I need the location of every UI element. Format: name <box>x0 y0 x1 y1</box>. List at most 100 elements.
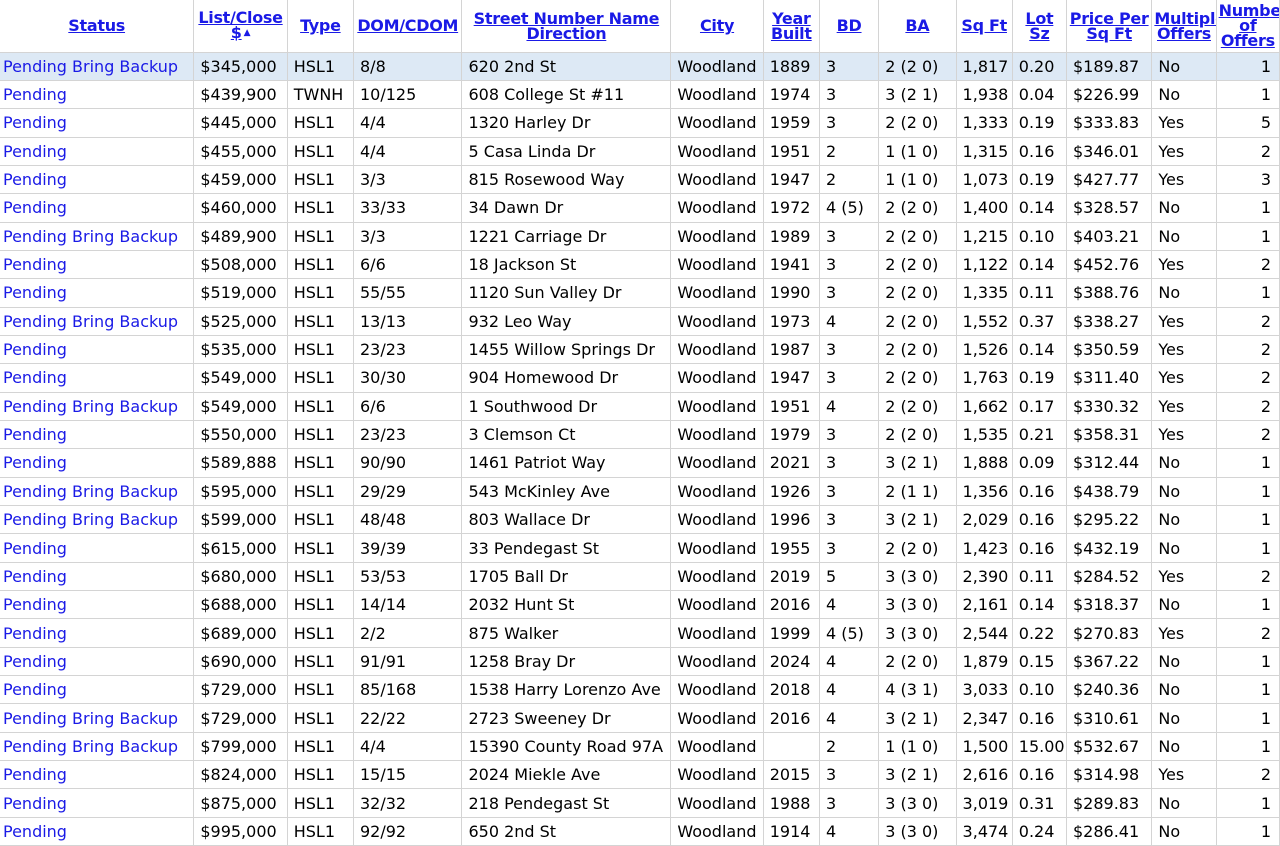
column-header-city[interactable]: City <box>670 0 764 53</box>
cell-status[interactable]: Pending Bring Backup <box>0 392 195 421</box>
column-header-bd[interactable]: BD <box>819 0 880 53</box>
table-row[interactable]: Pending $995,000 HSL1 92/92 650 2nd St Woodla… <box>0 817 1280 846</box>
column-header-label[interactable]: BD <box>837 16 862 35</box>
cell-sqft: 1,535 <box>956 420 1013 450</box>
cell-price: $799,000 <box>193 732 288 762</box>
column-header-label[interactable]: Multiple Offers <box>1154 9 1215 43</box>
table-row[interactable]: Pending $729,000 HSL1 85/168 1538 Harry Lore… <box>0 675 1280 705</box>
column-header-ppsf[interactable]: Price Per Sq Ft <box>1066 0 1153 53</box>
column-header-offers[interactable]: Number of Offers <box>1216 0 1280 53</box>
cell-status[interactable]: Pending Bring Backup <box>0 52 195 81</box>
cell-price: $688,000 <box>193 590 288 620</box>
cell-status[interactable]: Pending Bring Backup <box>0 732 195 762</box>
column-header-label[interactable]: List/Close $ <box>198 8 283 42</box>
cell-city: Woodland <box>670 137 764 166</box>
table-row[interactable]: Pending $824,000 HSL1 15/15 2024 Miekle Ave W… <box>0 760 1280 790</box>
column-header-label[interactable]: BA <box>905 16 929 35</box>
cell-status[interactable]: Pending Bring Backup <box>0 477 195 507</box>
table-row[interactable]: Pending Bring Backup $595,000 HSL1 29/29 543… <box>0 477 1280 507</box>
column-header-sqft[interactable]: Sq Ft <box>956 0 1013 53</box>
table-row[interactable]: Pending $459,000 HSL1 3/3 815 Rosewood Way Wo… <box>0 165 1280 195</box>
table-row[interactable]: Pending $589,888 HSL1 90/90 1461 Patriot Way… <box>0 448 1280 478</box>
table-row[interactable]: Pending $519,000 HSL1 55/55 1120 Sun Valley … <box>0 278 1280 308</box>
cell-status[interactable]: Pending <box>0 363 195 393</box>
cell-type: HSL1 <box>287 392 355 421</box>
table-row[interactable]: Pending $690,000 HSL1 91/91 1258 Bray Dr Wood… <box>0 647 1280 677</box>
table-row[interactable]: Pending Bring Backup $345,000 HSL1 8/8 620 2… <box>0 52 1280 81</box>
cell-status[interactable]: Pending <box>0 278 195 308</box>
column-header-street[interactable]: Street Number Name Direction <box>461 0 672 53</box>
cell-ba: 2 (2 0) <box>878 533 957 563</box>
table-row[interactable]: Pending $445,000 HSL1 4/4 1320 Harley Dr Wood… <box>0 108 1280 138</box>
column-header-label[interactable]: Type <box>300 16 341 35</box>
column-header-label[interactable]: City <box>700 16 734 35</box>
table-row[interactable]: Pending $549,000 HSL1 30/30 904 Homewood Dr W… <box>0 363 1280 393</box>
cell-status[interactable]: Pending <box>0 618 195 648</box>
cell-status[interactable]: Pending <box>0 335 195 365</box>
column-header-label[interactable]: DOM/CDOM <box>357 16 458 35</box>
table-row[interactable]: Pending $875,000 HSL1 32/32 218 Pendegast St… <box>0 788 1280 818</box>
table-row[interactable]: Pending $460,000 HSL1 33/33 34 Dawn Dr Woodla… <box>0 193 1280 223</box>
table-row[interactable]: Pending $680,000 HSL1 53/53 1705 Ball Dr Wood… <box>0 562 1280 592</box>
cell-status[interactable]: Pending <box>0 562 195 592</box>
cell-status[interactable]: Pending <box>0 788 195 818</box>
cell-dom: 6/6 <box>353 392 463 421</box>
cell-status[interactable]: Pending <box>0 193 195 223</box>
column-header-label[interactable]: Status <box>68 16 125 35</box>
cell-offers: 1 <box>1216 590 1280 620</box>
cell-status[interactable]: Pending <box>0 448 195 478</box>
cell-status[interactable]: Pending Bring Backup <box>0 703 195 733</box>
column-header-label[interactable]: Year Built <box>771 9 812 43</box>
cell-city: Woodland <box>670 760 764 790</box>
column-header-year[interactable]: Year Built <box>763 0 820 53</box>
cell-status[interactable]: Pending <box>0 165 195 195</box>
column-header-status[interactable]: Status <box>0 0 195 53</box>
table-row[interactable]: Pending $455,000 HSL1 4/4 5 Casa Linda Dr Woo… <box>0 137 1280 166</box>
cell-status[interactable]: Pending <box>0 647 195 677</box>
cell-status[interactable]: Pending <box>0 137 195 166</box>
cell-lot: 0.09 <box>1012 448 1068 478</box>
cell-status[interactable]: Pending <box>0 420 195 450</box>
cell-status[interactable]: Pending <box>0 80 195 110</box>
column-header-label[interactable]: Street Number Name Direction <box>474 9 660 43</box>
column-header-label[interactable]: Price Per Sq Ft <box>1070 9 1149 43</box>
cell-lot: 0.14 <box>1012 590 1068 620</box>
column-header-price[interactable]: List/Close $ ▲ <box>193 0 288 53</box>
cell-status[interactable]: Pending <box>0 533 195 563</box>
sort-ascending-icon[interactable]: ▲ <box>244 26 251 41</box>
cell-status[interactable]: Pending Bring Backup <box>0 307 195 336</box>
cell-status[interactable]: Pending <box>0 760 195 790</box>
column-header-dom[interactable]: DOM/CDOM <box>353 0 463 53</box>
column-header-type[interactable]: Type <box>287 0 355 53</box>
table-row[interactable]: Pending $508,000 HSL1 6/6 18 Jackson St Woodl… <box>0 250 1280 280</box>
table-row[interactable]: Pending $689,000 HSL1 2/2 875 Walker Woodland… <box>0 618 1280 648</box>
table-row[interactable]: Pending $688,000 HSL1 14/14 2032 Hunt St Wood… <box>0 590 1280 620</box>
column-header-multi[interactable]: Multiple Offers <box>1151 0 1217 53</box>
cell-multi: Yes <box>1151 137 1217 166</box>
table-row[interactable]: Pending $439,900 TWNH 10/125 608 College St … <box>0 80 1280 110</box>
table-row[interactable]: Pending Bring Backup $599,000 HSL1 48/48 803… <box>0 505 1280 535</box>
table-row[interactable]: Pending $550,000 HSL1 23/23 3 Clemson Ct Wood… <box>0 420 1280 450</box>
cell-status[interactable]: Pending <box>0 250 195 280</box>
cell-offers: 1 <box>1216 533 1280 563</box>
column-header-label[interactable]: Sq Ft <box>961 16 1007 35</box>
column-header-label[interactable]: Lot Sz <box>1025 9 1053 43</box>
cell-status[interactable]: Pending <box>0 675 195 705</box>
cell-status[interactable]: Pending Bring Backup <box>0 222 195 251</box>
cell-status[interactable]: Pending <box>0 590 195 620</box>
table-row[interactable]: Pending Bring Backup $549,000 HSL1 6/6 1 Sou… <box>0 392 1280 421</box>
table-row[interactable]: Pending $535,000 HSL1 23/23 1455 Willow Spri… <box>0 335 1280 365</box>
table-row[interactable]: Pending Bring Backup $799,000 HSL1 4/4 15390… <box>0 732 1280 762</box>
table-row[interactable]: Pending Bring Backup $489,900 HSL1 3/3 1221 … <box>0 222 1280 251</box>
table-row[interactable]: Pending Bring Backup $525,000 HSL1 13/13 932… <box>0 307 1280 336</box>
cell-status[interactable]: Pending Bring Backup <box>0 505 195 535</box>
cell-offers: 1 <box>1216 278 1280 308</box>
cell-price: $729,000 <box>193 703 288 733</box>
table-row[interactable]: Pending $615,000 HSL1 39/39 33 Pendegast St W… <box>0 533 1280 563</box>
column-header-ba[interactable]: BA <box>878 0 957 53</box>
column-header-label[interactable]: Number of Offers <box>1219 1 1279 50</box>
table-row[interactable]: Pending Bring Backup $729,000 HSL1 22/22 272… <box>0 703 1280 733</box>
column-header-lot[interactable]: Lot Sz <box>1012 0 1068 53</box>
cell-status[interactable]: Pending <box>0 817 195 846</box>
cell-status[interactable]: Pending <box>0 108 195 138</box>
